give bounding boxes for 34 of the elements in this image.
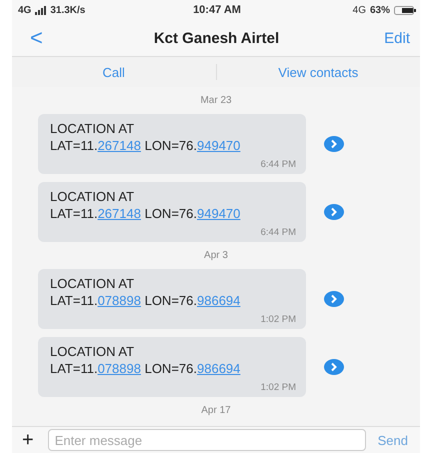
message-time: 1:02 PM — [260, 382, 296, 393]
battery-icon — [394, 6, 416, 14]
number-link[interactable]: 267148 — [98, 206, 141, 221]
message-text: LOCATION AT LAT=11.267148 LON=76.949470 — [50, 120, 242, 154]
number-link[interactable]: 949470 — [197, 206, 240, 221]
number-link[interactable]: 078898 — [98, 293, 141, 308]
message-text: LOCATION AT LAT=11.078898 LON=76.986694 — [50, 275, 242, 309]
back-button[interactable]: < — [24, 25, 49, 51]
date-separator: Apr 3 — [204, 250, 228, 261]
clock: 10:47 AM — [193, 4, 241, 16]
action-link[interactable]: View contacts — [216, 60, 420, 84]
signal-icon — [35, 6, 46, 14]
message-field[interactable]: Enter message — [48, 429, 366, 451]
battery-percent: 63% — [370, 4, 390, 16]
send-button[interactable]: Send — [376, 432, 410, 448]
data-speed: 31.3K/s — [50, 4, 86, 16]
date-separator: Mar 23 — [200, 95, 232, 106]
edit-button[interactable]: Edit — [384, 30, 410, 46]
action-link[interactable]: Call — [12, 60, 216, 84]
network-label: 4G — [352, 4, 366, 16]
number-link[interactable]: 949470 — [197, 138, 240, 153]
message-time: 1:02 PM — [260, 314, 296, 325]
message-text: LOCATION AT LAT=11.267148 LON=76.949470 — [50, 188, 242, 222]
add-button[interactable]: + — [18, 430, 38, 450]
date-separator: Apr 17 — [201, 405, 231, 416]
contact-title: Kct Ganesh Airtel — [154, 30, 280, 46]
number-link[interactable]: 078898 — [98, 361, 141, 376]
number-link[interactable]: 986694 — [197, 361, 240, 376]
message-time: 6:44 PM — [260, 159, 296, 170]
network-label: 4G — [18, 4, 32, 16]
message-time: 6:44 PM — [260, 227, 296, 238]
number-link[interactable]: 267148 — [98, 138, 141, 153]
number-link[interactable]: 986694 — [197, 293, 240, 308]
message-text: LOCATION AT LAT=11.078898 LON=76.986694 — [50, 343, 242, 377]
